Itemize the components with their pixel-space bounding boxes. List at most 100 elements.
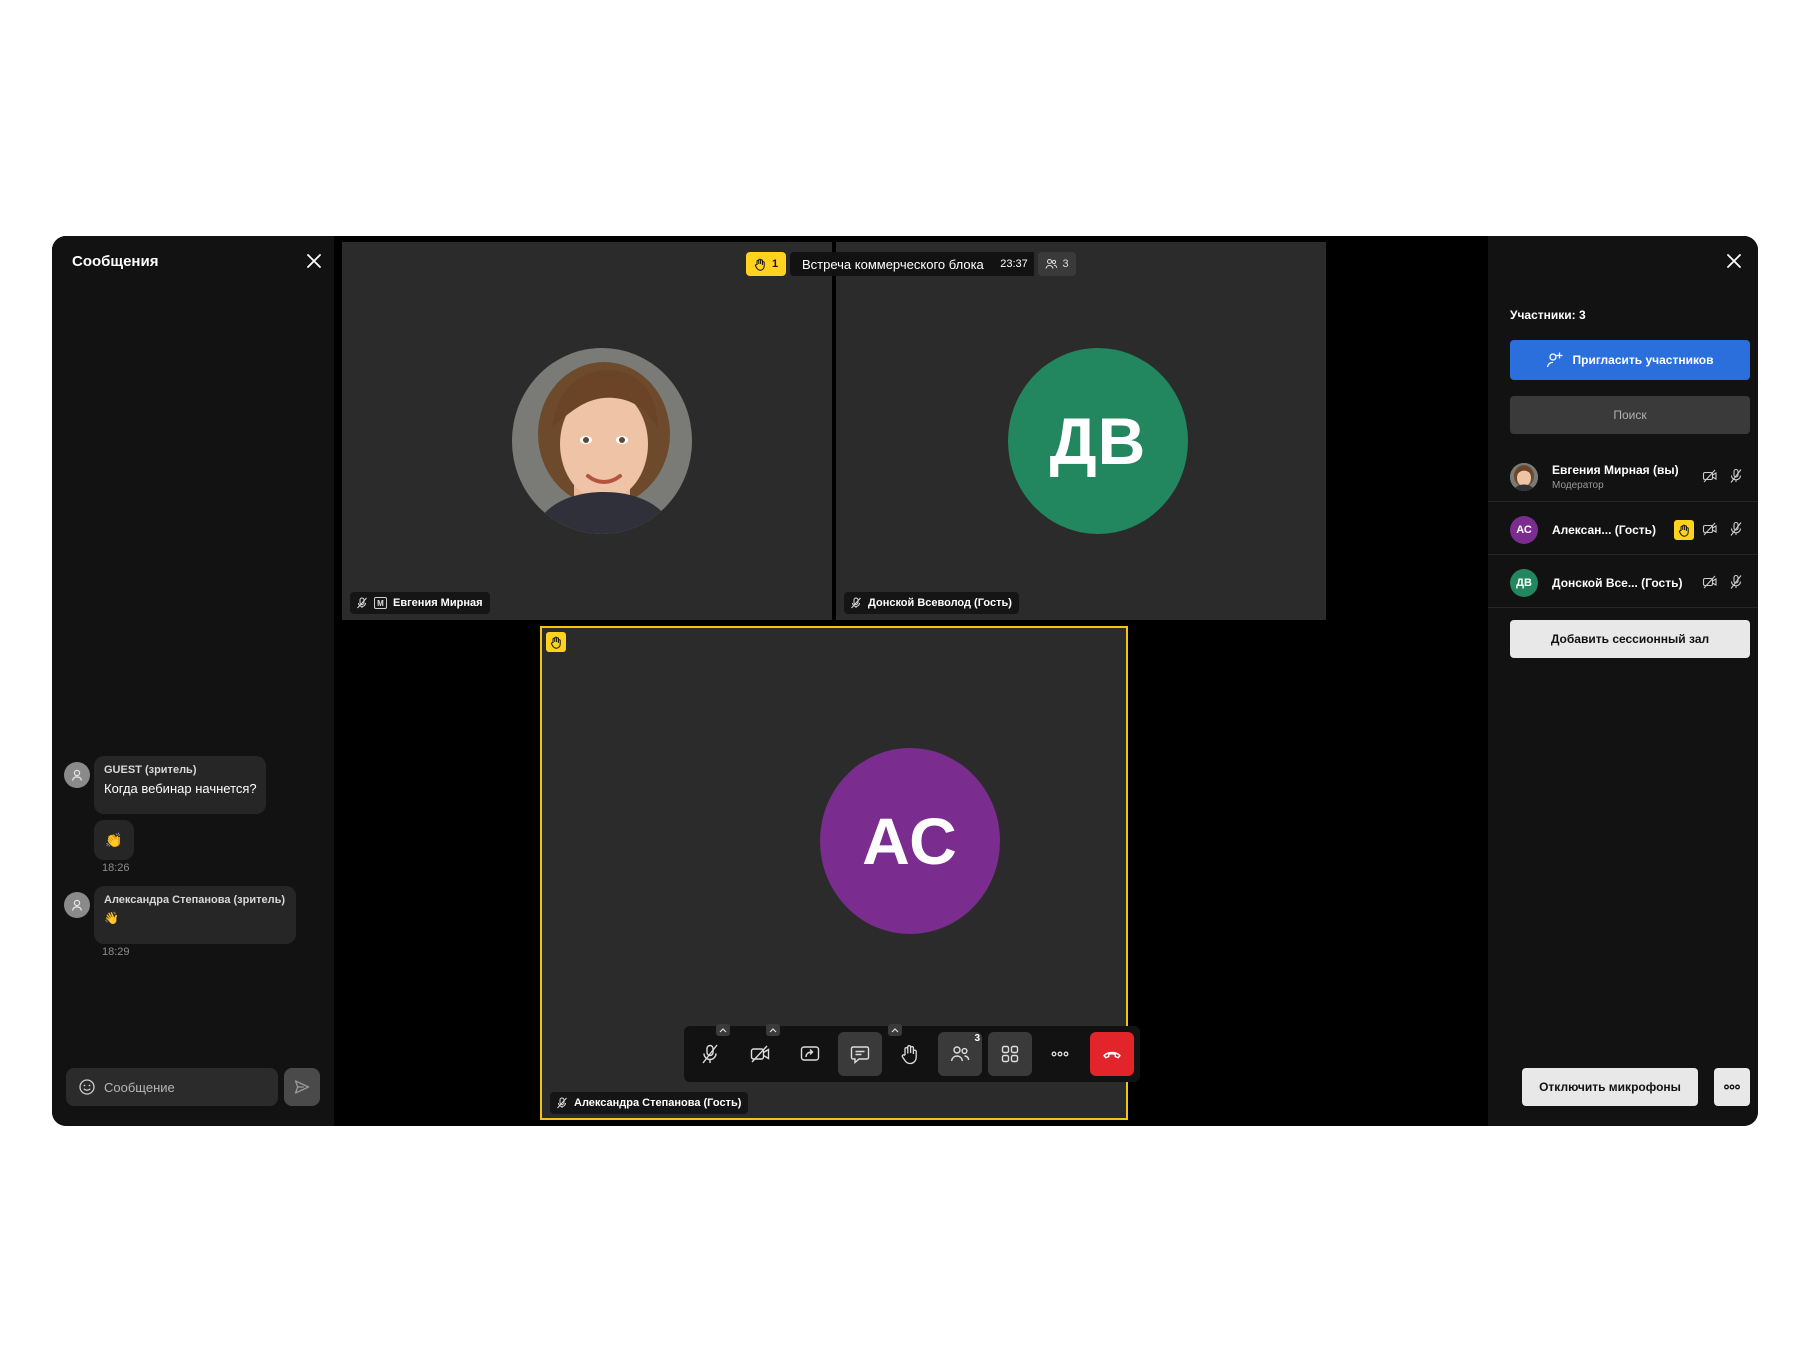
end-call-button[interactable] — [1090, 1032, 1134, 1076]
raise-hand-button[interactable] — [888, 1032, 932, 1076]
participant-search-input[interactable] — [1520, 408, 1740, 422]
share-screen-icon — [800, 1046, 820, 1061]
participant-camera-toggle[interactable] — [1702, 468, 1718, 484]
raised-hand-indicator — [546, 632, 566, 652]
camera-off-icon — [1702, 469, 1717, 483]
participant-row[interactable]: ДВ Донской Все... (Гость) — [1488, 556, 1758, 608]
close-chat-button[interactable] — [302, 249, 326, 273]
user-icon — [71, 769, 83, 781]
camera-off-icon — [1702, 575, 1717, 589]
close-icon — [307, 254, 321, 268]
mic-toggle-button[interactable] — [688, 1032, 732, 1076]
participants-chip[interactable]: 3 — [1038, 252, 1076, 276]
call-toolbar: 3 — [684, 1024, 1140, 1082]
layout-button[interactable] — [988, 1032, 1032, 1076]
chevron-up-icon — [719, 1028, 727, 1033]
more-icon — [1724, 1084, 1740, 1090]
participants-chip-count: 3 — [1062, 258, 1069, 270]
message-reaction: 👏 — [94, 820, 134, 860]
add-session-room-button[interactable]: Добавить сессионный зал — [1510, 620, 1750, 658]
participant-name: Евгения Мирная — [393, 597, 483, 609]
camera-options-button[interactable] — [766, 1024, 780, 1036]
message-input[interactable] — [104, 1079, 264, 1095]
message-time: 18:29 — [102, 946, 130, 958]
more-options-button[interactable] — [1038, 1032, 1082, 1076]
chat-icon — [850, 1046, 870, 1065]
participants-more-button[interactable] — [1714, 1068, 1750, 1106]
chat-message: Александра Степанова (зритель) 👋 — [94, 886, 296, 944]
participants-badge: 3 — [974, 1033, 980, 1044]
meeting-title: Встреча коммерческого блока — [790, 252, 996, 276]
emoji-icon[interactable] — [78, 1078, 96, 1096]
end-call-icon — [1103, 1051, 1121, 1059]
participant-name: Донской Всеволод (Гость) — [868, 597, 1012, 609]
participant-camera-toggle[interactable] — [1702, 574, 1718, 590]
mic-off-icon — [1730, 521, 1742, 536]
video-conference-app: Сообщения GUEST (зритель) Когда вебинар … — [52, 236, 1758, 1126]
participant-name: Алексан... (Гость) — [1552, 523, 1657, 537]
raised-hands-chip[interactable]: 1 — [746, 252, 786, 276]
avatar — [1510, 463, 1538, 491]
mute-all-button[interactable]: Отключить микрофоны — [1522, 1068, 1698, 1106]
raise-hand-icon — [754, 258, 765, 271]
chat-panel: Сообщения GUEST (зритель) Когда вебинар … — [52, 236, 334, 1126]
participant-name: Донской Все... (Гость) — [1552, 576, 1683, 590]
participants-count: Участники: 3 — [1510, 308, 1586, 322]
invite-label: Пригласить участников — [1572, 353, 1714, 367]
participants-toggle-button[interactable]: 3 — [938, 1032, 982, 1076]
meeting-timer: 23:37 — [994, 252, 1034, 276]
initials-avatar: ДВ — [1008, 348, 1188, 534]
user-photo-icon — [1510, 463, 1538, 491]
mic-off-icon — [557, 1097, 567, 1109]
participant-mic-toggle[interactable] — [1728, 521, 1744, 537]
more-icon — [1051, 1051, 1069, 1057]
participants-panel: Участники: 3 Пригласить участников Евген… — [1488, 236, 1758, 1126]
participant-name: Александра Степанова (Гость) — [574, 1097, 742, 1109]
participant-camera-toggle[interactable] — [1702, 521, 1718, 537]
raise-hand-icon — [901, 1045, 917, 1065]
chevron-up-icon — [769, 1028, 777, 1033]
participant-row[interactable]: Евгения Мирная (вы) Модератор — [1488, 450, 1758, 502]
participant-hand-raised — [1674, 520, 1694, 540]
user-photo-icon — [512, 348, 692, 534]
message-author: Александра Степанова (зритель) — [104, 894, 286, 906]
video-tile-evgenia[interactable]: M Евгения Мирная — [342, 242, 832, 620]
message-input-wrapper — [66, 1068, 278, 1106]
close-icon — [1727, 254, 1741, 268]
reactions-options-button[interactable] — [888, 1024, 902, 1036]
participant-name: Евгения Мирная (вы) — [1552, 463, 1679, 477]
camera-toggle-button[interactable] — [738, 1032, 782, 1076]
participant-mic-toggle[interactable] — [1728, 574, 1744, 590]
close-participants-button[interactable] — [1722, 249, 1746, 273]
participant-mic-toggle[interactable] — [1728, 468, 1744, 484]
raise-hand-icon — [550, 636, 561, 649]
search-wrapper — [1510, 396, 1750, 434]
chat-message: GUEST (зритель) Когда вебинар начнется? — [94, 756, 266, 814]
mic-off-icon — [851, 597, 861, 609]
participant-role: Модератор — [1552, 480, 1604, 491]
photo-avatar — [512, 348, 692, 534]
participants-icon — [950, 1046, 970, 1062]
send-button[interactable] — [284, 1068, 320, 1106]
invite-participants-button[interactable]: Пригласить участников — [1510, 340, 1750, 380]
message-time: 18:26 — [102, 862, 130, 874]
video-tile-vsevolod[interactable]: ДВ Донской Всеволод (Гость) — [836, 242, 1326, 620]
chat-toggle-button[interactable] — [838, 1032, 882, 1076]
avatar — [64, 892, 90, 918]
mic-off-icon — [357, 597, 367, 609]
name-tag: Александра Степанова (Гость) — [550, 1092, 749, 1114]
camera-off-icon — [750, 1045, 770, 1063]
mic-options-button[interactable] — [716, 1024, 730, 1036]
chevron-up-icon — [891, 1028, 899, 1033]
participant-row[interactable]: АС Алексан... (Гость) — [1488, 503, 1758, 555]
message-author: GUEST (зритель) — [104, 764, 197, 776]
layout-grid-icon — [1001, 1045, 1019, 1063]
mic-off-icon — [702, 1044, 718, 1064]
user-icon — [71, 899, 83, 911]
raise-hand-icon — [1678, 524, 1689, 537]
name-tag: M Евгения Мирная — [350, 592, 490, 614]
message-text: 👋 — [104, 911, 119, 925]
avatar — [64, 762, 90, 788]
share-screen-button[interactable] — [788, 1032, 832, 1076]
raised-hands-count: 1 — [771, 258, 779, 270]
